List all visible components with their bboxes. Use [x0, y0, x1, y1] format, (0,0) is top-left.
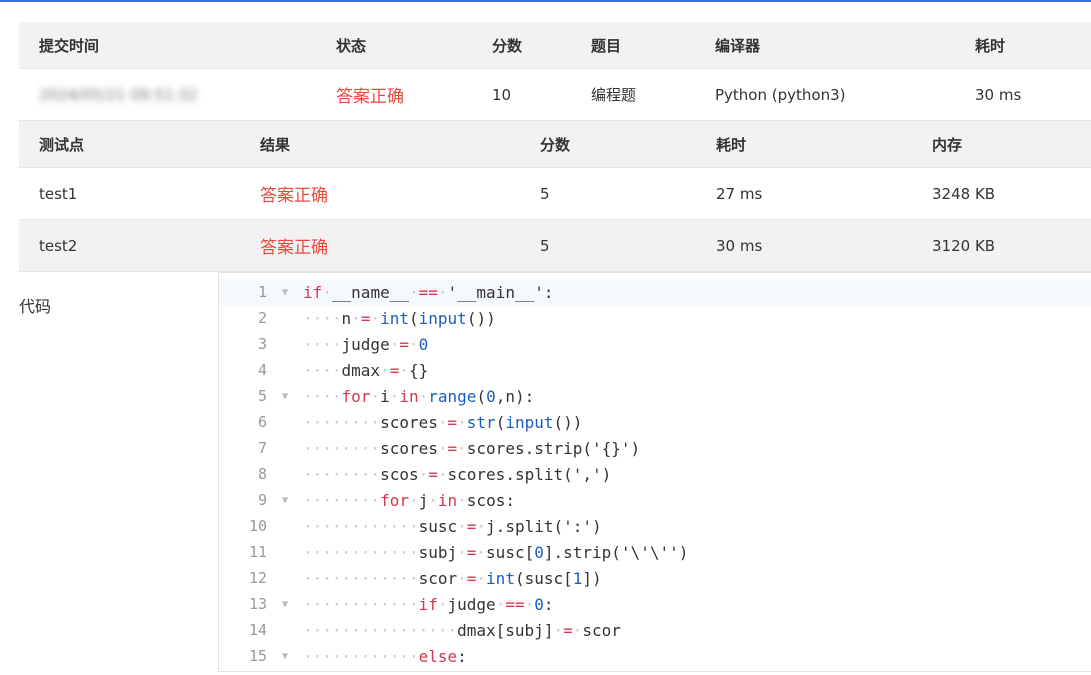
fold-toggle-icon[interactable]: ▼ — [267, 391, 303, 402]
code-line: 11 ············subj·=·susc[0].strip('\'\'… — [219, 539, 1091, 565]
test-result: 答案正确 — [260, 186, 328, 206]
line-number: 14 — [248, 621, 267, 639]
test-name: test2 — [39, 236, 78, 255]
test-memory: 3120 KB — [932, 236, 996, 255]
header-problem: 题目 — [591, 36, 622, 55]
code-lines: 1 ▼ if·__name__·==·'__main__': 2 ····n·=·int… — [219, 273, 1091, 669]
code-line: 14 ················dmax[subj]·=·scor — [219, 617, 1091, 643]
line-number: 12 — [248, 569, 267, 587]
code-line: 4 ····dmax·=·{} — [219, 357, 1091, 383]
problem-value: 编程题 — [591, 86, 637, 104]
test-elapsed: 27 ms — [716, 184, 763, 203]
test-points-table: 测试点 结果 分数 耗时 内存 test1 答案正确 5 27 ms 3248 … — [19, 121, 1091, 272]
code-text: ············if·judge·==·0: — [303, 594, 554, 614]
line-number: 8 — [257, 465, 267, 483]
header-test-point: 测试点 — [39, 135, 85, 154]
code-line: 12 ············scor·=·int(susc[1]) — [219, 565, 1091, 591]
header-result: 结果 — [260, 135, 291, 154]
elapsed-value: 30 ms — [975, 85, 1022, 104]
code-line: 7 ········scores·=·scores.strip('{}') — [219, 435, 1091, 461]
code-text: ····for·i·in·range(0,n): — [303, 386, 535, 406]
code-text: ············scor·=·int(susc[1]) — [303, 568, 602, 588]
test-memory: 3248 KB — [932, 184, 996, 203]
tests-header-row: 测试点 结果 分数 耗时 内存 — [19, 121, 1091, 168]
header-test-score: 分数 — [540, 135, 571, 154]
test-score: 5 — [540, 236, 550, 255]
code-text: ····dmax·=·{} — [303, 360, 429, 380]
submission-header-row: 提交时间 状态 分数 题目 编译器 耗时 — [19, 22, 1091, 69]
code-text: ············subj·=·susc[0].strip('\'\'') — [303, 542, 689, 562]
header-score: 分数 — [492, 36, 523, 55]
code-text: ············else: — [303, 646, 467, 666]
test-result: 答案正确 — [260, 238, 328, 258]
code-label: 代码 — [19, 297, 52, 316]
code-text: ········scores·=·scores.strip('{}') — [303, 438, 641, 458]
line-number: 13 — [248, 595, 267, 613]
line-number: 3 — [257, 335, 267, 353]
line-number: 4 — [257, 361, 267, 379]
code-line: 2 ····n·=·int(input()) — [219, 305, 1091, 331]
code-text: if·__name__·==·'__main__': — [303, 282, 554, 302]
header-elapsed: 耗时 — [975, 36, 1006, 55]
test-score: 5 — [540, 184, 550, 203]
code-text: ············susc·=·j.split(':') — [303, 516, 602, 536]
fold-toggle-icon[interactable]: ▼ — [267, 651, 303, 662]
submission-table: 提交时间 状态 分数 题目 编译器 耗时 2024/05/21 09:51:32… — [19, 22, 1091, 121]
header-compiler: 编译器 — [715, 36, 761, 55]
line-number: 2 — [257, 309, 267, 327]
fold-toggle-icon[interactable]: ▼ — [267, 599, 303, 610]
line-number: 9 — [257, 491, 267, 509]
line-number: 7 — [257, 439, 267, 457]
code-text: ········for·j·in·scos: — [303, 490, 515, 510]
code-line: 3 ····judge·=·0 — [219, 331, 1091, 357]
header-memory: 内存 — [932, 135, 963, 154]
code-line: 1 ▼ if·__name__·==·'__main__': — [219, 279, 1091, 305]
code-text: ········scores·=·str(input()) — [303, 412, 583, 432]
code-line: 13 ▼ ············if·judge·==·0: — [219, 591, 1091, 617]
code-text: ····judge·=·0 — [303, 334, 429, 354]
header-submit-time: 提交时间 — [39, 36, 100, 55]
test-row: test1 答案正确 5 27 ms 3248 KB — [19, 168, 1091, 220]
code-text: ················dmax[subj]·=·scor — [303, 620, 621, 640]
submission-row: 2024/05/21 09:51:32 答案正确 10 编程题 Python (… — [19, 69, 1091, 121]
code-line: 10 ············susc·=·j.split(':') — [219, 513, 1091, 539]
test-elapsed: 30 ms — [716, 236, 763, 255]
status-value: 答案正确 — [336, 87, 404, 107]
code-line: 5 ▼ ····for·i·in·range(0,n): — [219, 383, 1091, 409]
top-accent-bar — [0, 0, 1091, 2]
header-status: 状态 — [336, 36, 367, 55]
code-editor[interactable]: 1 ▼ if·__name__·==·'__main__': 2 ····n·=·int… — [218, 272, 1091, 672]
test-name: test1 — [39, 184, 78, 203]
line-number: 15 — [248, 647, 267, 665]
score-value: 10 — [492, 85, 512, 104]
fold-toggle-icon[interactable]: ▼ — [267, 495, 303, 506]
compiler-value: Python (python3) — [715, 85, 846, 104]
code-line: 8 ········scos·=·scores.split(',') — [219, 461, 1091, 487]
line-number: 6 — [257, 413, 267, 431]
code-text: ········scos·=·scores.split(',') — [303, 464, 612, 484]
submit-time-value: 2024/05/21 09:51:32 — [39, 85, 198, 104]
line-number: 5 — [257, 387, 267, 405]
code-text: ····n·=·int(input()) — [303, 308, 496, 328]
code-line: 9 ▼ ········for·j·in·scos: — [219, 487, 1091, 513]
test-row: test2 答案正确 5 30 ms 3120 KB — [19, 220, 1091, 272]
fold-toggle-icon[interactable]: ▼ — [267, 287, 303, 298]
line-number: 1 — [257, 283, 267, 301]
line-number: 11 — [248, 543, 267, 561]
header-test-elapsed: 耗时 — [716, 135, 747, 154]
line-number: 10 — [248, 517, 267, 535]
code-line: 6 ········scores·=·str(input()) — [219, 409, 1091, 435]
code-line: 15 ▼ ············else: — [219, 643, 1091, 669]
